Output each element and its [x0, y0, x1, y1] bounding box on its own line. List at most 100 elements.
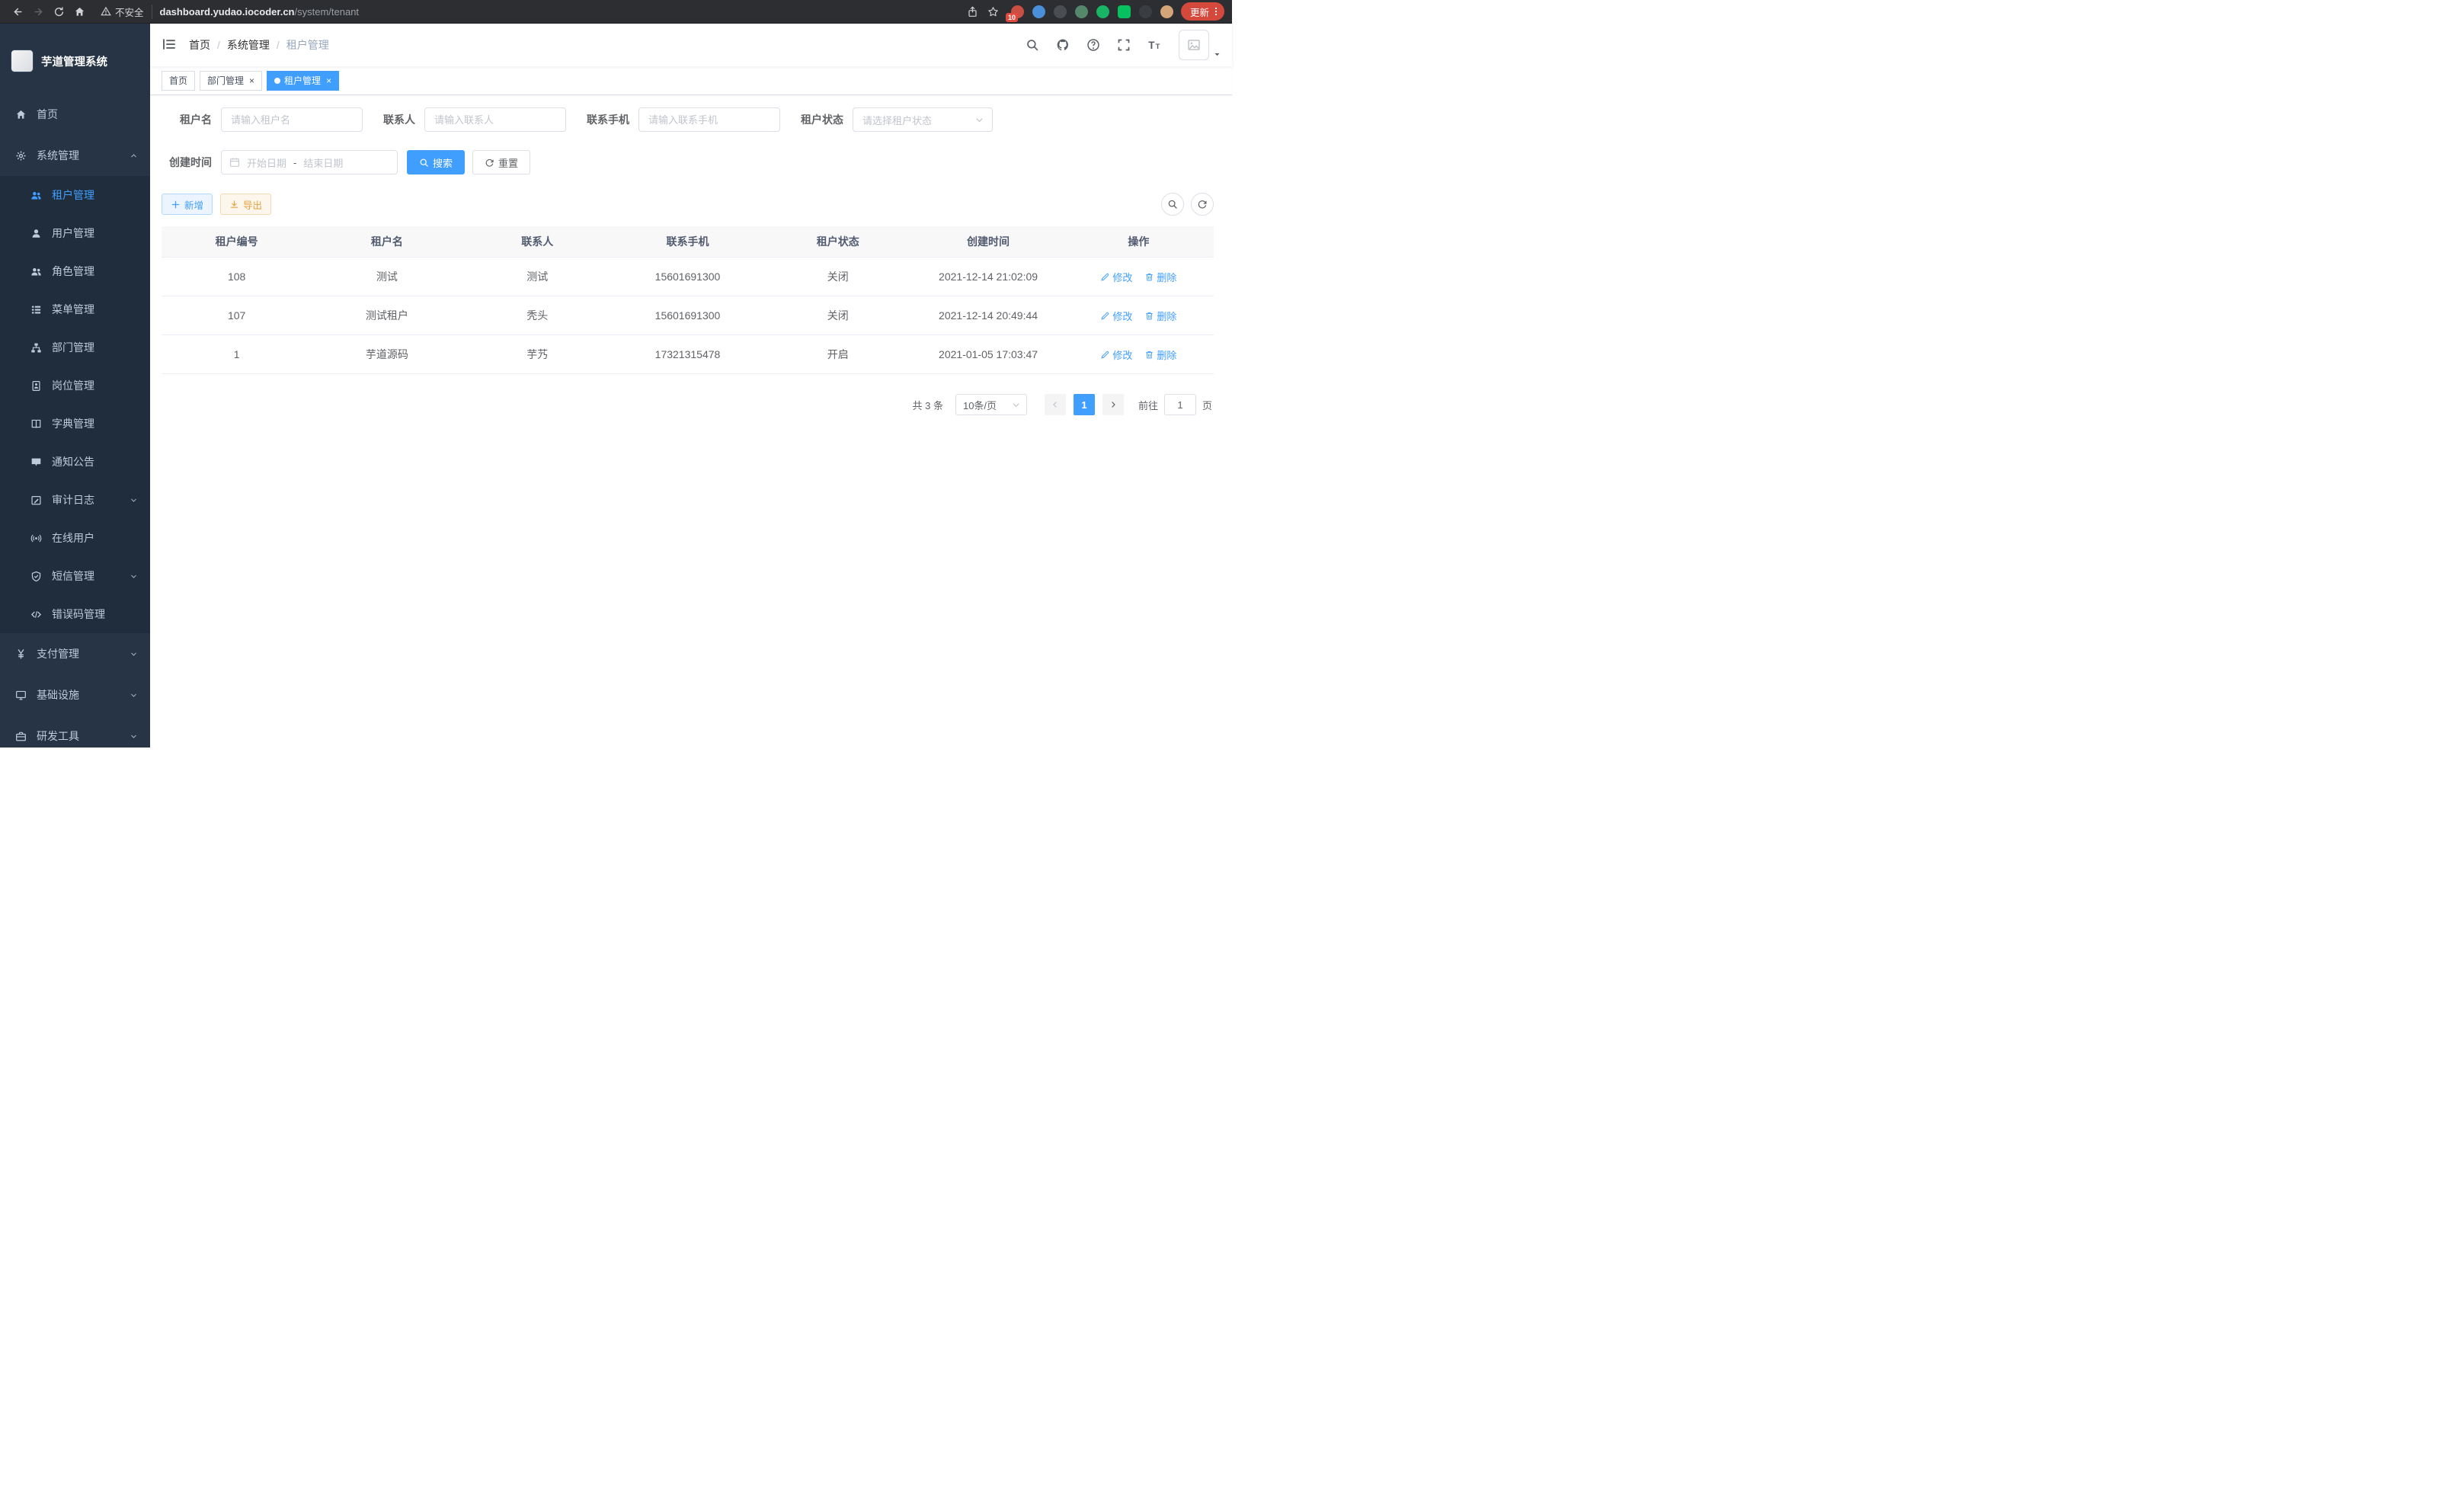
- share-button[interactable]: [962, 2, 983, 22]
- yen-icon: [15, 648, 27, 660]
- table-row: 108测试测试15601691300关闭2021-12-14 21:02:09修…: [162, 258, 1214, 296]
- tenant-status-select[interactable]: 请选择租户状态: [853, 107, 993, 132]
- browser-back-button[interactable]: [8, 2, 28, 22]
- address-bar[interactable]: dashboard.yudao.iocoder.cn/system/tenant: [160, 6, 962, 18]
- breadcrumb-item[interactable]: 系统管理: [227, 37, 270, 53]
- github-link[interactable]: [1051, 33, 1075, 57]
- extension-icon-3[interactable]: [1054, 5, 1067, 18]
- pagination: 共 3 条 10条/页 1 前往 页: [162, 394, 1214, 415]
- toggle-search-button[interactable]: [1161, 193, 1184, 216]
- edit-button[interactable]: 修改: [1100, 347, 1132, 362]
- browser-reload-button[interactable]: [49, 2, 69, 22]
- extension-badge: 10: [1006, 13, 1018, 22]
- cell-status: 关闭: [763, 258, 913, 296]
- extension-icon-6[interactable]: [1118, 5, 1131, 18]
- next-page-button[interactable]: [1102, 394, 1124, 415]
- app-logo-row[interactable]: 芋道管理系统: [0, 24, 150, 88]
- sidebar-item-tenant[interactable]: 租户管理: [0, 176, 150, 214]
- add-button[interactable]: 新增: [162, 194, 213, 215]
- reset-button[interactable]: 重置: [472, 150, 530, 174]
- browser-menu-dots-wrap[interactable]: [1211, 6, 1221, 17]
- sidebar-item-menu[interactable]: 菜单管理: [0, 290, 150, 328]
- export-button[interactable]: 导出: [220, 194, 271, 215]
- chevron-down-icon: [130, 691, 138, 699]
- sidebar-item-audit-log[interactable]: 审计日志: [0, 481, 150, 519]
- reload-icon: [53, 6, 65, 18]
- browser-update-button[interactable]: 更新: [1181, 2, 1224, 21]
- share-icon: [967, 6, 978, 18]
- delete-button[interactable]: 删除: [1144, 309, 1176, 323]
- browser-forward-button[interactable]: [28, 2, 49, 22]
- extension-icon-5[interactable]: [1096, 5, 1109, 18]
- create-time-range-picker[interactable]: 开始日期 - 结束日期: [221, 150, 398, 174]
- sidebar-item-online-user[interactable]: 在线用户: [0, 519, 150, 557]
- tab-dept[interactable]: 部门管理×: [200, 71, 262, 91]
- edit-icon: [30, 495, 42, 506]
- question-icon: [1086, 38, 1100, 52]
- phone-input[interactable]: [638, 107, 780, 132]
- sidebar-item-sms[interactable]: 短信管理: [0, 557, 150, 595]
- extension-icon-1[interactable]: 10: [1011, 5, 1024, 18]
- sidebar-item-dev-tool[interactable]: 研发工具: [0, 715, 150, 757]
- github-icon: [1056, 38, 1070, 52]
- sidebar-item-dict[interactable]: 字典管理: [0, 405, 150, 443]
- delete-button[interactable]: 删除: [1144, 347, 1176, 362]
- sidebar-item-pay[interactable]: 支付管理: [0, 633, 150, 674]
- edit-button[interactable]: 修改: [1100, 309, 1132, 323]
- code-icon: [30, 609, 42, 620]
- sidebar-item-dept[interactable]: 部门管理: [0, 328, 150, 367]
- cell-phone: 15601691300: [613, 258, 763, 296]
- cell-status: 开启: [763, 335, 913, 374]
- contact-input[interactable]: [424, 107, 566, 132]
- sidebar-item-home[interactable]: 首页: [0, 94, 150, 135]
- page-size-select[interactable]: 10条/页: [955, 394, 1027, 415]
- pagination-total: 共 3 条: [913, 398, 943, 412]
- bookmark-star-button[interactable]: [983, 2, 1003, 22]
- sidebar-item-infra[interactable]: 基础设施: [0, 674, 150, 715]
- tags-view: 首页部门管理×租户管理×: [150, 66, 1232, 95]
- sidebar-item-post[interactable]: 岗位管理: [0, 367, 150, 405]
- table-head: 租户编号租户名联系人联系手机租户状态创建时间操作: [162, 226, 1214, 258]
- active-tab-dot: [274, 78, 280, 84]
- tenant-name-input[interactable]: [221, 107, 363, 132]
- chevron-down-icon: [130, 572, 138, 581]
- breadcrumb: 首页/系统管理/租户管理: [189, 37, 329, 53]
- extension-icon-7[interactable]: [1139, 5, 1152, 18]
- extension-icon-4[interactable]: [1075, 5, 1088, 18]
- extensions-row: 10: [1011, 5, 1173, 18]
- tab-home[interactable]: 首页: [162, 71, 195, 91]
- edit-button[interactable]: 修改: [1100, 270, 1132, 284]
- sidebar-item-system[interactable]: 系统管理: [0, 135, 150, 176]
- table-row: 107测试租户秃头15601691300关闭2021-12-14 20:49:4…: [162, 296, 1214, 335]
- delete-button[interactable]: 删除: [1144, 270, 1176, 284]
- breadcrumb-item[interactable]: 首页: [189, 37, 210, 53]
- refresh-table-button[interactable]: [1191, 193, 1214, 216]
- fullscreen-button[interactable]: [1112, 33, 1136, 57]
- star-icon: [987, 6, 999, 18]
- browser-home-button[interactable]: [69, 2, 90, 22]
- search-button[interactable]: 搜索: [407, 150, 465, 174]
- sidebar-item-notice[interactable]: 通知公告: [0, 443, 150, 481]
- site-security-chip[interactable]: 不安全: [101, 5, 152, 19]
- help-docs-button[interactable]: [1081, 33, 1106, 57]
- tab-close-icon[interactable]: ×: [326, 76, 331, 85]
- tab-tenant[interactable]: 租户管理×: [267, 71, 339, 91]
- prev-page-button[interactable]: [1045, 394, 1066, 415]
- font-size-button[interactable]: TT: [1142, 33, 1166, 57]
- tab-close-icon[interactable]: ×: [249, 76, 254, 85]
- sidebar-item-label: 错误码管理: [52, 607, 105, 622]
- goto-page-input[interactable]: [1164, 394, 1196, 415]
- page-number-1[interactable]: 1: [1074, 394, 1095, 415]
- sidebar-item-label: 岗位管理: [52, 378, 94, 393]
- sidebar-item-user[interactable]: 用户管理: [0, 214, 150, 252]
- chevron-left-icon: [1051, 400, 1060, 409]
- sidebar-toggle-button[interactable]: [162, 37, 178, 53]
- sidebar-item-error-code[interactable]: 错误码管理: [0, 595, 150, 633]
- header-search-button[interactable]: [1020, 33, 1045, 57]
- extension-icon-2[interactable]: [1032, 5, 1045, 18]
- sidebar-item-role[interactable]: 角色管理: [0, 252, 150, 290]
- sidebar-item-label: 用户管理: [52, 226, 94, 241]
- user-menu[interactable]: [1179, 30, 1221, 60]
- cell-actions: 修改删除: [1064, 296, 1214, 335]
- extension-icon-8[interactable]: [1160, 5, 1173, 18]
